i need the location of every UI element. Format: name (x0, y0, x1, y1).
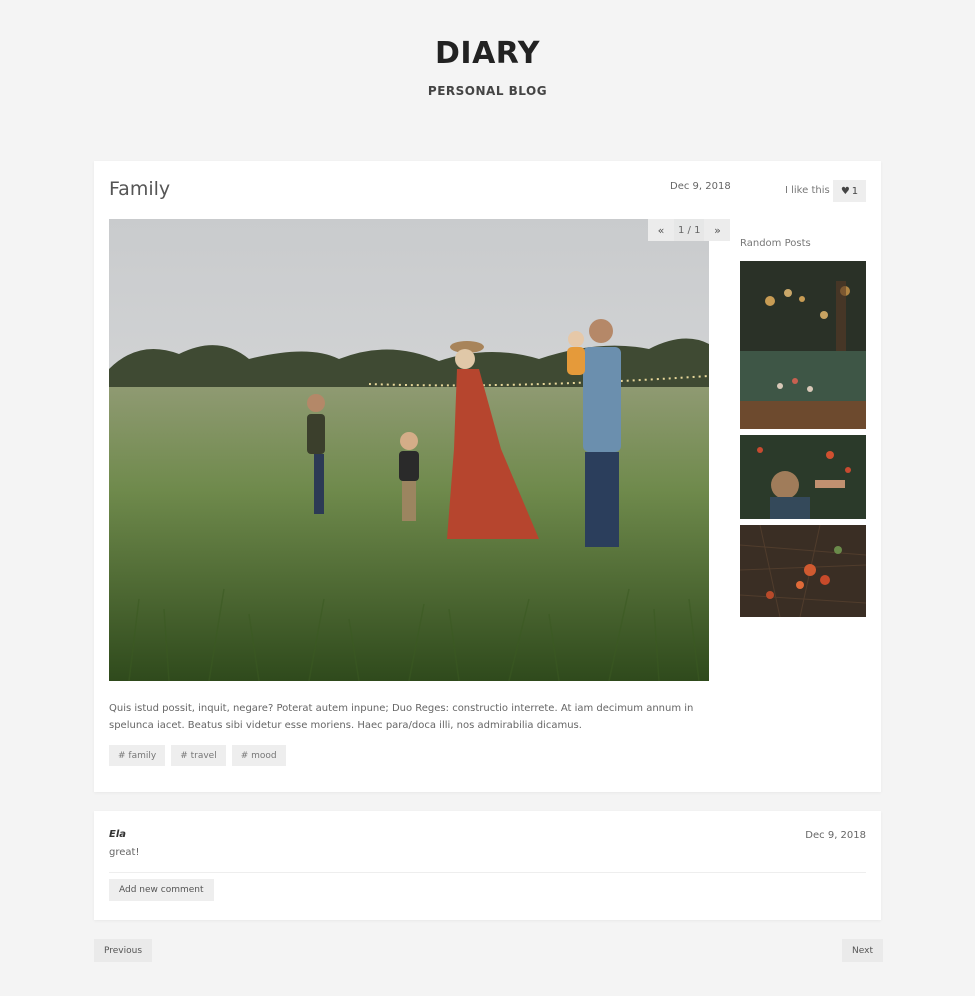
site-title[interactable]: DIARY (0, 36, 975, 71)
post-title: Family (109, 178, 171, 200)
comment-divider (109, 872, 866, 873)
site-subtitle: PERSONAL BLOG (427, 84, 548, 98)
like-label: I like this (785, 185, 830, 196)
post-body-text: Quis istud possit, inquit, negare? Poter… (109, 703, 694, 731)
pager-next-button[interactable]: » (704, 219, 731, 241)
random-post-thumb-1[interactable] (740, 261, 866, 429)
next-post-button[interactable]: Next (842, 939, 883, 962)
random-post-thumb-3[interactable] (740, 525, 866, 617)
heart-icon: ♥ (840, 185, 850, 197)
post-date: Dec 9, 2018 (670, 181, 731, 192)
comment-date: Dec 9, 2018 (805, 830, 866, 841)
pager-counter: 1 / 1 (678, 224, 701, 236)
post-card: Family Dec 9, 2018 I like this ♥ 1 « 1 /… (94, 161, 881, 792)
add-comment-button[interactable]: Add new comment (109, 879, 214, 901)
previous-post-button[interactable]: Previous (94, 939, 153, 962)
tag-list: # family # travel # mood (109, 745, 286, 766)
comment-author: Ela (109, 829, 127, 840)
comment-card: Ela Dec 9, 2018 great! Add new comment (94, 811, 881, 920)
tag-travel[interactable]: # travel (171, 745, 226, 766)
post-photo[interactable] (109, 219, 709, 681)
random-posts-label: Random Posts (740, 238, 811, 249)
random-post-thumb-2[interactable] (740, 435, 866, 519)
tag-family[interactable]: # family (109, 745, 166, 766)
tag-mood[interactable]: # mood (231, 745, 286, 766)
like-count: 1 (851, 185, 859, 197)
photo-pager: « 1 / 1 » (648, 219, 731, 241)
pager-prev-button[interactable]: « (648, 219, 674, 241)
comment-text: great! (109, 847, 140, 858)
like-button[interactable]: ♥ 1 (833, 180, 866, 202)
